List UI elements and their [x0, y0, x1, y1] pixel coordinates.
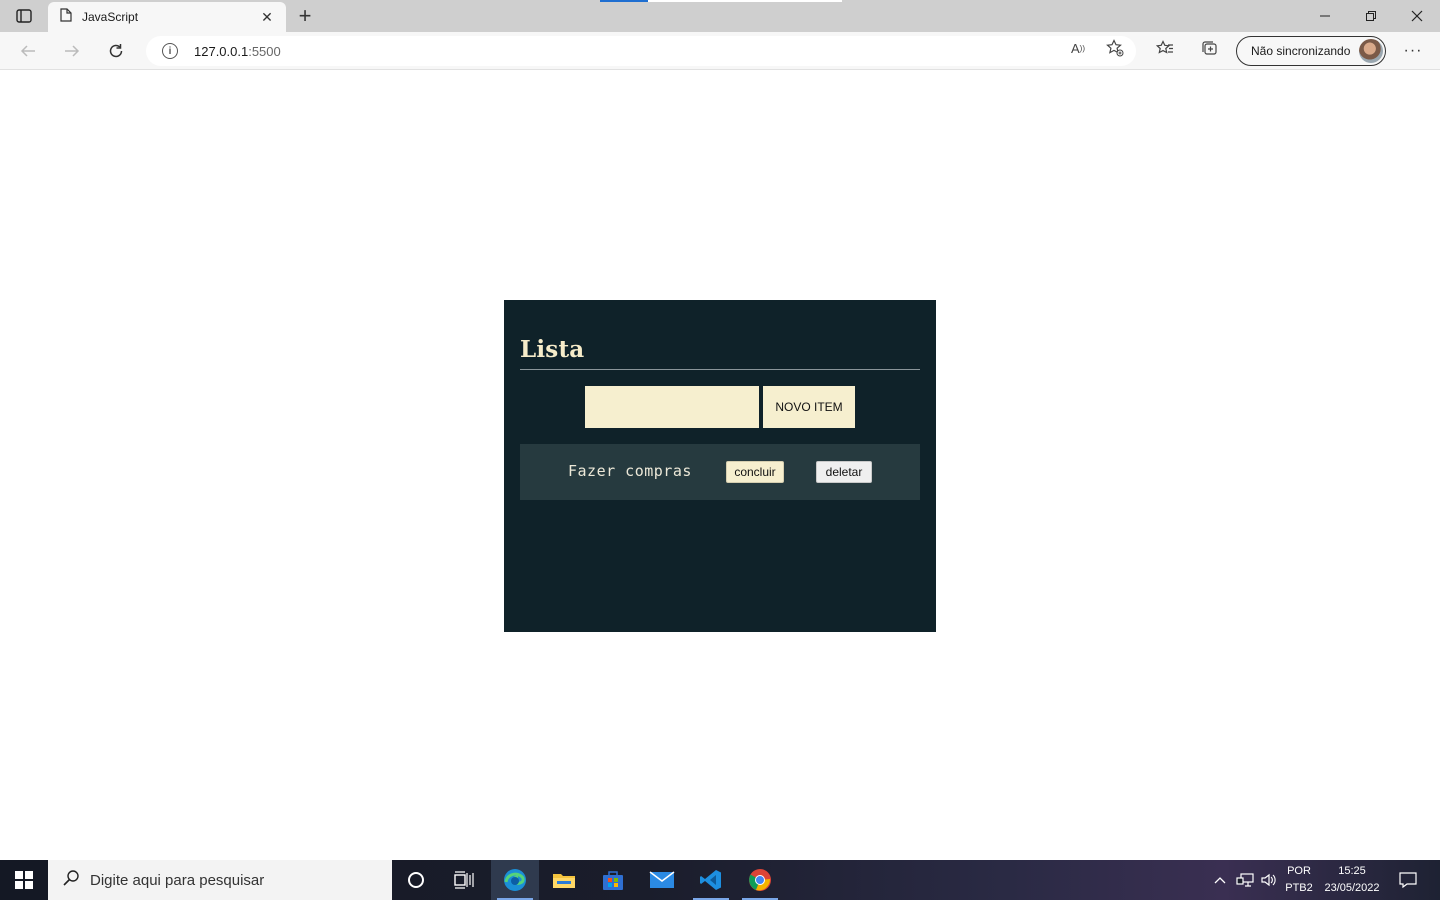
- add-favorite-icon[interactable]: [1104, 39, 1126, 57]
- collections-icon[interactable]: [1198, 39, 1220, 57]
- todo-panel: Lista NOVO ITEM Fazer compras concluir d…: [504, 300, 936, 632]
- restore-icon[interactable]: [1348, 0, 1394, 32]
- volume-icon[interactable]: [1258, 860, 1280, 900]
- tab-title: JavaScript: [82, 10, 139, 24]
- cortana-icon[interactable]: [392, 860, 440, 900]
- taskbar-search-box[interactable]: Digite aqui para pesquisar: [48, 860, 392, 900]
- chrome-icon[interactable]: [736, 860, 784, 900]
- store-icon[interactable]: [589, 860, 637, 900]
- mail-icon[interactable]: [638, 860, 686, 900]
- minimize-icon[interactable]: [1302, 0, 1348, 32]
- close-tab-icon[interactable]: ✕: [258, 9, 276, 26]
- new-item-button[interactable]: NOVO ITEM: [763, 386, 855, 428]
- notifications-icon[interactable]: [1392, 860, 1424, 900]
- show-hidden-icons-chevron-icon[interactable]: [1210, 860, 1230, 900]
- back-icon[interactable]: [14, 38, 42, 64]
- language-code: POR: [1287, 865, 1311, 877]
- new-tab-button[interactable]: +: [292, 4, 318, 28]
- address-bar[interactable]: i 127.0.0.1:5500: [146, 36, 1136, 66]
- task-view-icon[interactable]: [440, 860, 488, 900]
- url-host: 127.0.0.1: [194, 43, 249, 59]
- system-clock[interactable]: 15:25 23/05/2022: [1318, 863, 1386, 897]
- avatar: [1359, 39, 1383, 63]
- more-options-icon[interactable]: ···: [1400, 38, 1426, 64]
- sync-status-label: Não sincronizando: [1251, 44, 1351, 58]
- windows-start-icon[interactable]: [0, 860, 48, 900]
- url-text[interactable]: 127.0.0.1:5500: [194, 44, 281, 59]
- vscode-icon[interactable]: [687, 860, 735, 900]
- browser-toolbar: i 127.0.0.1:5500 A)) Não sincronizando ·…: [0, 32, 1440, 70]
- search-icon: [62, 869, 80, 892]
- item-text: Fazer compras: [568, 462, 692, 480]
- new-item-input[interactable]: [585, 386, 759, 428]
- url-port: :5500: [248, 43, 281, 59]
- windows-taskbar: Digite aqui para pesquisar POR PTB2 15:2…: [0, 860, 1440, 900]
- browser-tab[interactable]: JavaScript ✕: [48, 2, 286, 32]
- browser-tab-bar: JavaScript ✕ +: [0, 0, 1440, 32]
- site-info-icon[interactable]: i: [162, 43, 178, 59]
- refresh-icon[interactable]: [102, 38, 130, 64]
- input-language-indicator[interactable]: POR PTB2: [1282, 863, 1316, 897]
- search-placeholder: Digite aqui para pesquisar: [90, 871, 265, 889]
- favorites-icon[interactable]: [1154, 39, 1176, 57]
- read-aloud-icon[interactable]: A)): [1067, 39, 1089, 57]
- title-accent-bar: [600, 0, 648, 2]
- page-title: Lista: [520, 336, 585, 363]
- forward-icon[interactable]: [58, 38, 86, 64]
- profile-sync-button[interactable]: Não sincronizando: [1236, 36, 1386, 66]
- tab-actions-icon[interactable]: [8, 4, 40, 28]
- close-window-icon[interactable]: [1394, 0, 1440, 32]
- delete-button[interactable]: deletar: [816, 461, 872, 483]
- clock-date: 23/05/2022: [1324, 882, 1380, 894]
- file-explorer-icon[interactable]: [540, 860, 588, 900]
- page-icon: [60, 7, 72, 27]
- clock-time: 15:25: [1338, 865, 1366, 877]
- keyboard-layout: PTB2: [1285, 882, 1313, 894]
- title-accent-bar-2: [648, 0, 842, 2]
- network-icon[interactable]: [1234, 860, 1256, 900]
- complete-button[interactable]: concluir: [726, 461, 784, 483]
- list-item: Fazer compras concluir deletar: [520, 444, 920, 500]
- edge-icon[interactable]: [491, 860, 539, 900]
- title-divider: [520, 369, 920, 370]
